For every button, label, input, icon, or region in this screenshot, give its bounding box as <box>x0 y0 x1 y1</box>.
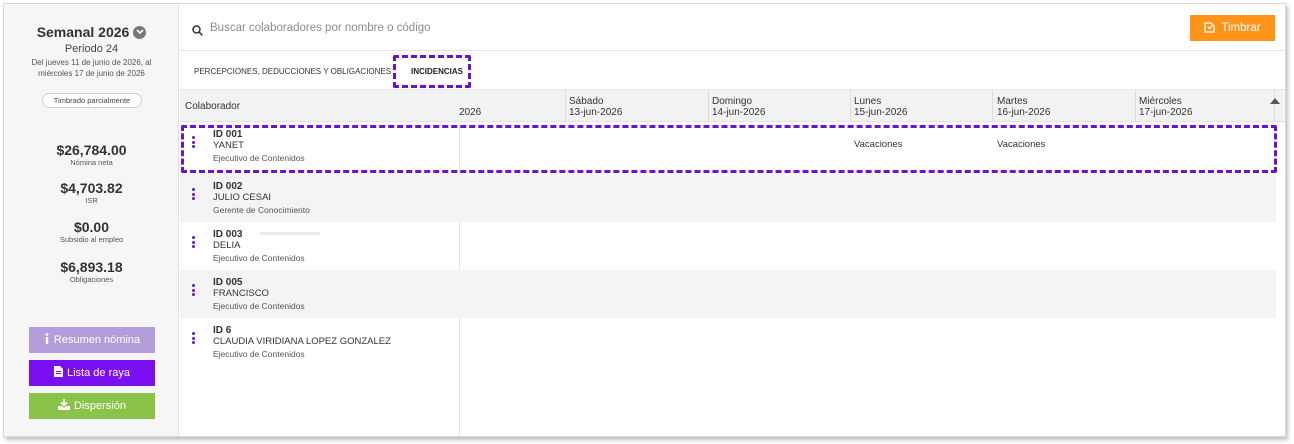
column-divider <box>565 90 566 122</box>
day-name: Lunes <box>854 96 882 107</box>
amount-label: Nómina neta <box>70 158 113 167</box>
day-date: 14-jun-2026 <box>712 107 766 118</box>
timbrar-button[interactable]: Timbrar <box>1190 15 1275 41</box>
stamp-icon <box>1204 21 1216 36</box>
search-icon <box>192 23 203 41</box>
column-divider <box>708 90 709 122</box>
button-label: Timbrar <box>1221 22 1261 34</box>
grid-body: ID 001 YANET Ejecutivo de Contenidos Vac… <box>180 122 1285 436</box>
table-row[interactable]: ID 002 JULIO CESAI Gerente de Conocimien… <box>180 174 1276 222</box>
scroll-up-arrow-icon[interactable] <box>1270 98 1280 104</box>
grid-header: Colaborador 2026 Sábado 13-jun-2026 Domi… <box>180 90 1285 122</box>
chevron-down-icon[interactable] <box>133 25 147 39</box>
kebab-menu-icon[interactable] <box>192 188 196 202</box>
button-label: Dispersión <box>74 400 126 412</box>
button-label: Resumen nómina <box>53 334 141 346</box>
button-label: Lista de raya <box>67 367 130 379</box>
amount-value: $0.00 <box>73 219 110 235</box>
employee-id: ID 6 <box>213 325 232 336</box>
kebab-menu-icon[interactable] <box>192 236 196 250</box>
day-date: 13-jun-2026 <box>569 107 623 118</box>
day-date: 15-jun-2026 <box>854 107 908 118</box>
kebab-menu-icon[interactable] <box>192 284 196 298</box>
row-highlight <box>181 125 1277 173</box>
amount-obligaciones: $6,893.18 Obligaciones <box>4 259 179 284</box>
employee-role: Ejecutivo de Contenidos <box>213 349 305 359</box>
column-divider <box>992 90 993 122</box>
tab-percepciones[interactable]: PERCEPCIONES, DEDUCCIONES Y OBLIGACIONES <box>194 67 391 76</box>
day-name: Domingo <box>712 96 753 107</box>
search-input[interactable] <box>210 19 810 37</box>
amount-label: ISR <box>85 196 98 205</box>
day-name: Martes <box>997 96 1028 107</box>
employee-role: Ejecutivo de Contenidos <box>213 301 305 311</box>
table-row[interactable]: ID 6 CLAUDIA VIRIDIANA LOPEZ GONZALEZ Ej… <box>180 318 1276 366</box>
period-title: Semanal 2026 <box>36 24 130 40</box>
sidebar: Semanal 2026 Periodo 24 Del jueves 11 de… <box>4 4 179 436</box>
table-row[interactable]: ID 005 FRANCISCO Ejecutivo de Contenidos <box>180 270 1276 318</box>
column-header-colaborador: Colaborador <box>185 101 241 112</box>
employee-name: FRANCISCO <box>213 288 269 299</box>
period-range: Del jueves 11 de junio de 2026, al miérc… <box>31 58 152 78</box>
column-header-domingo: Domingo 14-jun-2026 <box>712 96 765 118</box>
amount-label: Subsidio al empleo <box>59 235 124 244</box>
employee-id: ID 005 <box>213 277 243 288</box>
amount-isr: $4,703.82 ISR <box>4 180 179 205</box>
column-header-martes: Martes 16-jun-2026 <box>997 96 1050 118</box>
column-divider <box>850 90 851 122</box>
column-divider <box>1135 90 1136 122</box>
download-icon <box>58 399 71 413</box>
employee-id: ID 003 <box>213 229 243 240</box>
period-number: Periodo 24 <box>64 43 119 55</box>
file-icon <box>54 366 63 380</box>
column-header-partial: 2026 <box>459 107 482 118</box>
column-header-lunes: Lunes 15-jun-2026 <box>854 96 907 118</box>
lista-de-raya-button[interactable]: Lista de raya <box>29 360 155 386</box>
amount-value: $6,893.18 <box>60 259 123 275</box>
resumen-nomina-button[interactable]: Resumen nómina <box>29 327 155 353</box>
dispersion-button[interactable]: Dispersión <box>29 393 155 419</box>
top-bar: Timbrar <box>180 4 1285 51</box>
app-window: Semanal 2026 Periodo 24 Del jueves 11 de… <box>3 3 1286 437</box>
tab-highlight <box>393 55 471 88</box>
column-header-miercoles: Miércoles 17-jun-2026 <box>1139 96 1192 118</box>
amount-label: Obligaciones <box>69 275 114 284</box>
amount-value: $4,703.82 <box>60 180 123 196</box>
amount-nomina-neta: $26,784.00 Nómina neta <box>4 142 179 167</box>
day-name: Miércoles <box>1139 96 1182 107</box>
column-divider <box>1274 90 1275 122</box>
status-badge: Timbrado parcialmente <box>42 93 142 108</box>
employee-name: CLAUDIA VIRIDIANA LOPEZ GONZALEZ <box>213 336 391 347</box>
day-name: Sábado <box>569 96 604 107</box>
tab-bar: PERCEPCIONES, DEDUCCIONES Y OBLIGACIONES… <box>180 52 1285 90</box>
info-icon <box>44 333 50 347</box>
day-date: 16-jun-2026 <box>997 107 1051 118</box>
period-selector[interactable]: Semanal 2026 <box>4 24 179 40</box>
amount-subsidio: $0.00 Subsidio al empleo <box>4 219 179 244</box>
amount-value: $26,784.00 <box>56 142 127 158</box>
table-row[interactable]: ID 003 DELIA Ejecutivo de Contenidos <box>180 222 1276 270</box>
employee-role: Gerente de Conocimiento <box>213 205 310 215</box>
employee-id: ID 002 <box>213 181 243 192</box>
redacted-text <box>260 232 320 235</box>
kebab-menu-icon[interactable] <box>192 332 196 346</box>
employee-name: DELIA <box>213 240 241 251</box>
day-date: 17-jun-2026 <box>1139 107 1193 118</box>
column-header-sabado: Sábado 13-jun-2026 <box>569 96 622 118</box>
employee-role: Ejecutivo de Contenidos <box>213 253 305 263</box>
employee-name: JULIO CESAI <box>213 192 272 203</box>
